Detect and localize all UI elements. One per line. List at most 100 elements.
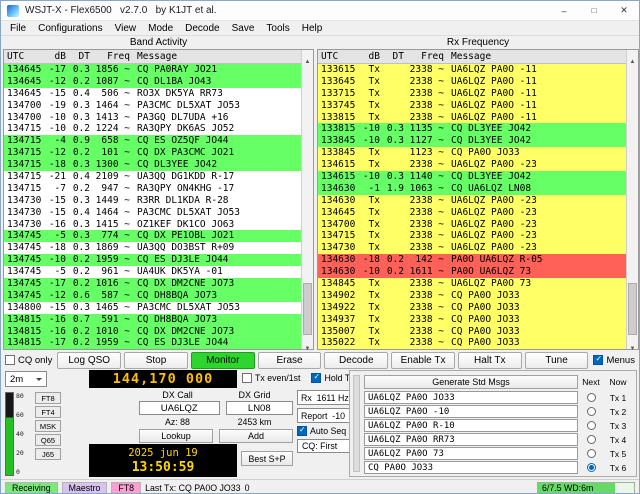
erase-button[interactable]: Erase [257, 351, 322, 369]
rx-frequency-scrollbar[interactable] [626, 50, 638, 350]
tab-switch-strip[interactable] [353, 375, 360, 472]
decode-row[interactable]: 134615 Tx 2338 ~ UA6LQZ PA0O -23 [318, 159, 626, 172]
tune-button[interactable]: Tune [524, 351, 589, 369]
decode-row[interactable]: 134845 Tx 2338 ~ UA6LQZ PA0O 73 [318, 278, 626, 290]
scroll-down-icon[interactable] [302, 337, 313, 349]
decode-row[interactable]: 134630 -10 0.2 1611 ~ PA0O UA6LQZ 73 [318, 266, 626, 279]
menu-item[interactable]: Decode [179, 23, 225, 34]
menu-item[interactable]: View [109, 23, 143, 34]
best-sp-button[interactable]: Best S+P [241, 451, 293, 466]
decode-row[interactable]: 133815 Tx 2338 ~ UA6LQZ PA0O -11 [318, 111, 626, 124]
tx-now-button[interactable]: Tx 1 [604, 393, 632, 403]
menus-checkbox[interactable]: Menus [591, 354, 637, 366]
decode-row[interactable]: 134745 -17 0.2 1016 ~ CQ DX DM2CNE JO73 [4, 278, 301, 290]
decode-row[interactable]: 134800 -15 0.3 1465 ~ PA3CMC DL5XAT JO53 [4, 301, 301, 314]
log-qso-button[interactable]: Log QSO [57, 351, 122, 369]
tx-next-radio[interactable] [578, 421, 604, 430]
tx-message-field[interactable]: UA6LQZ PA0O -10 [364, 405, 578, 418]
decode-row[interactable]: 134645 Tx 2338 ~ UA6LQZ PA0O -23 [318, 206, 626, 219]
tx-message-field[interactable]: UA6LQZ PA0O JO33 [364, 391, 578, 404]
decode-row[interactable]: 134715 -4 0.9 658 ~ CQ ES OZ5QF JO44 [4, 135, 301, 148]
mode-button[interactable]: Q65 [35, 434, 61, 446]
decode-row[interactable]: 134937 Tx 2338 ~ CQ PA0O JO33 [318, 313, 626, 326]
decode-row[interactable]: 134815 -16 0.7 591 ~ CQ DH8BQA JO73 [4, 313, 301, 326]
band-activity-scrollbar[interactable] [301, 50, 313, 350]
scrollbar-thumb[interactable] [303, 283, 312, 336]
monitor-button[interactable]: Monitor [190, 351, 255, 369]
add-button[interactable]: Add [219, 429, 293, 443]
scroll-up-icon[interactable] [302, 50, 313, 62]
decode-row[interactable]: 133845 -10 0.3 1127 ~ CQ DL3YEE JO42 [318, 135, 626, 148]
tx-now-button[interactable]: Tx 4 [604, 435, 632, 445]
decode-row[interactable]: 133645 Tx 2338 ~ UA6LQZ PA0O -11 [318, 75, 626, 88]
dx-grid-field[interactable]: LN08 [225, 401, 293, 415]
decode-row[interactable]: 134745 -10 0.2 1959 ~ CQ ES DJ3LE JO44 [4, 254, 301, 267]
cq-only-checkbox[interactable]: CQ only [3, 355, 54, 366]
lookup-button[interactable]: Lookup [139, 429, 213, 443]
mode-button[interactable]: FT8 [35, 392, 61, 404]
tx-now-button[interactable]: Tx 6 [604, 463, 632, 473]
scroll-up-icon[interactable] [627, 50, 638, 62]
tx-next-radio[interactable] [578, 407, 604, 416]
menu-item[interactable]: Save [226, 23, 261, 34]
decode-row[interactable]: 133815 -10 0.3 1135 ~ CQ DL3YEE JO42 [318, 123, 626, 136]
tx-now-button[interactable]: Tx 2 [604, 407, 632, 417]
menu-item[interactable]: Tools [260, 23, 295, 34]
decode-row[interactable]: 134730 -16 0.3 1415 ~ OZ1KEF DK1CO JO63 [4, 218, 301, 231]
tx-even-checkbox[interactable]: Tx even/1st [240, 373, 302, 383]
tx-message-field[interactable]: CQ PA0O JO33 [364, 461, 578, 474]
decode-row[interactable]: 135007 Tx 2338 ~ CQ PA0O JO33 [318, 325, 626, 338]
tx-now-button[interactable]: Tx 3 [604, 421, 632, 431]
decode-row[interactable]: 134645 -12 0.2 1087 ~ CQ DL1BA JO43 [4, 75, 301, 88]
mode-button[interactable]: FT4 [35, 406, 61, 418]
decode-row[interactable]: 133715 Tx 2338 ~ UA6LQZ PA0O -11 [318, 87, 626, 100]
maximize-icon[interactable] [579, 1, 609, 20]
decode-row[interactable]: 134745 -5 0.3 774 ~ CQ DX PE1OBL JO21 [4, 230, 301, 243]
stop-button[interactable]: Stop [124, 351, 188, 369]
decode-row[interactable]: 134815 -16 0.2 1010 ~ CQ DX DM2CNE JO73 [4, 325, 301, 338]
decode-row[interactable]: 134730 -15 0.3 1449 ~ R3RR DL1KDA R-28 [4, 194, 301, 207]
decode-row[interactable]: 134715 -10 0.2 1224 ~ RA3QPY DK6AS JO52 [4, 123, 301, 136]
scroll-down-icon[interactable] [627, 337, 638, 349]
decode-row[interactable]: 134630 -18 0.2 142 ~ PA0O UA6LQZ R-05 [318, 254, 626, 267]
tx-message-field[interactable]: UA6LQZ PA0O 73 [364, 447, 578, 460]
tx-next-radio[interactable] [578, 393, 604, 402]
tx-next-radio[interactable] [578, 449, 604, 458]
decode-row[interactable]: 134700 -19 0.3 1464 ~ PA3CMC DL5XAT JO53 [4, 99, 301, 112]
decode-row[interactable]: 134700 Tx 2338 ~ UA6LQZ PA0O -23 [318, 218, 626, 231]
decode-row[interactable]: 133615 Tx 2338 ~ UA6LQZ PA0O -11 [318, 64, 626, 76]
decode-row[interactable]: 134715 -18 0.3 1300 ~ CQ DL3YEE JO42 [4, 159, 301, 172]
mode-button[interactable]: J65 [35, 448, 61, 460]
decode-row[interactable]: 134715 -21 0.4 2109 ~ UA3QQ DG1KDD R-17 [4, 171, 301, 183]
menu-item[interactable]: File [4, 23, 32, 34]
tx-next-radio[interactable] [578, 463, 604, 472]
tx-next-radio[interactable] [578, 435, 604, 444]
menu-item[interactable]: Mode [142, 23, 179, 34]
decode-row[interactable]: 134715 -12 0.2 101 ~ CQ DX PA3CMC JO21 [4, 147, 301, 160]
decode-row[interactable]: 134745 -5 0.2 961 ~ UA4UK DK5YA -01 [4, 266, 301, 279]
decode-row[interactable]: 134645 -15 0.4 506 ~ RO3X DK5YA RR73 [4, 87, 301, 100]
close-icon[interactable] [609, 1, 639, 20]
mode-button[interactable]: MSK [35, 420, 61, 432]
decode-row[interactable]: 134630 Tx 2338 ~ UA6LQZ PA0O -23 [318, 194, 626, 207]
decode-row[interactable]: 134902 Tx 2338 ~ CQ PA0O JO33 [318, 289, 626, 302]
tx-message-field[interactable]: UA6LQZ PA0O RR73 [364, 433, 578, 446]
decode-row[interactable]: 134715 Tx 2338 ~ UA6LQZ PA0O -23 [318, 230, 626, 243]
decode-row[interactable]: 134815 -17 0.2 1959 ~ CQ ES DJ3LE JO44 [4, 337, 301, 350]
menu-item[interactable]: Configurations [32, 23, 108, 34]
generate-std-msgs-button[interactable]: Generate Std Msgs [364, 374, 578, 389]
enable-tx-button[interactable]: Enable Tx [391, 351, 455, 369]
decode-row[interactable]: 134645 -17 0.3 1856 ~ CQ PA0RAY JO21 [4, 64, 301, 76]
scrollbar-track[interactable] [627, 62, 638, 337]
decode-row[interactable]: 134922 Tx 2338 ~ CQ PA0O JO33 [318, 301, 626, 314]
scrollbar-track[interactable] [302, 62, 313, 337]
tx-now-button[interactable]: Tx 5 [604, 449, 632, 459]
scrollbar-thumb[interactable] [628, 283, 637, 336]
decode-button[interactable]: Decode [324, 351, 389, 369]
decode-row[interactable]: 133845 Tx 1123 ~ CQ PA0O JO33 [318, 147, 626, 160]
decode-row[interactable]: 134745 -12 0.6 587 ~ CQ DH8BQA JO73 [4, 289, 301, 302]
decode-row[interactable]: 133745 Tx 2338 ~ UA6LQZ PA0O -11 [318, 99, 626, 112]
band-select[interactable]: 2m [5, 371, 47, 387]
decode-row[interactable]: 134630 -1 1.9 1063 ~ CQ UA6LQZ LN08 [318, 182, 626, 195]
decode-row[interactable]: 134715 -7 0.2 947 ~ RA3QPY ON4KHG -17 [4, 182, 301, 195]
